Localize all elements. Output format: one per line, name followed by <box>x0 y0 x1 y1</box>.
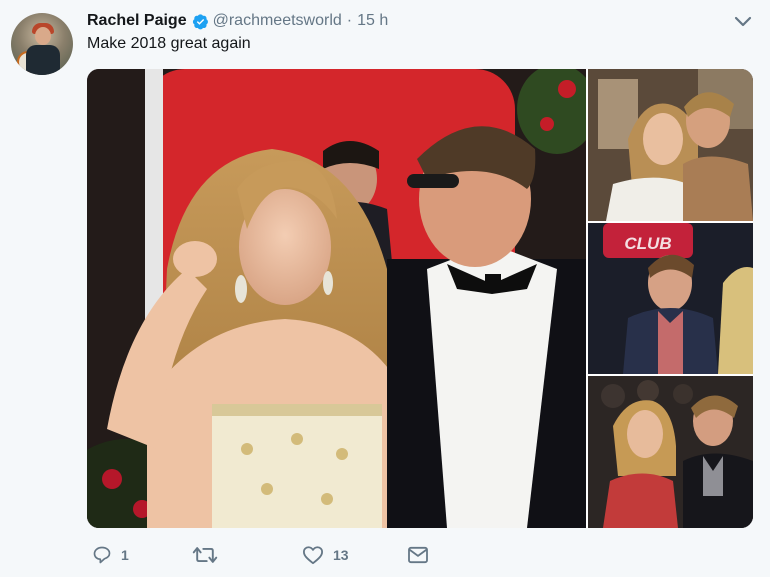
main-photo[interactable] <box>87 69 586 528</box>
thumbnail-photo-1[interactable] <box>588 69 753 221</box>
couple-photo-icon <box>588 376 753 528</box>
reply-icon <box>93 546 111 564</box>
man-photo-icon: CLUB <box>588 223 753 374</box>
avatar-body-shape <box>26 45 60 75</box>
message-icon <box>408 546 428 564</box>
retweet-button[interactable] <box>192 542 227 568</box>
chevron-down-icon[interactable] <box>734 14 752 28</box>
tweet-actions: 1 13 <box>87 542 487 568</box>
couple-photo-icon <box>588 69 753 221</box>
like-icon <box>302 546 323 565</box>
couple-photo-icon <box>87 69 586 528</box>
retweet-icon <box>192 547 218 563</box>
like-button[interactable]: 13 <box>302 542 349 568</box>
tweet-header: Rachel Paige @rachmeetsworld · 15 h <box>87 10 388 32</box>
reply-count: 1 <box>121 547 129 563</box>
avatar-head-shape <box>35 27 51 45</box>
direct-message-button[interactable] <box>407 542 429 568</box>
thumbnail-photo-2[interactable]: CLUB <box>588 223 753 374</box>
meta-separator: · <box>346 12 353 29</box>
club-sign-text: CLUB <box>624 234 671 253</box>
tweet-text: Make 2018 great again <box>87 35 251 52</box>
tweet-media-grid: CLUB <box>87 69 753 528</box>
thumbnail-photo-3[interactable] <box>588 376 753 528</box>
author-handle[interactable]: @rachmeetsworld <box>213 12 342 30</box>
author-avatar[interactable] <box>11 13 73 75</box>
author-name[interactable]: Rachel Paige <box>87 12 187 30</box>
reply-button[interactable]: 1 <box>92 542 129 568</box>
tweet-timestamp[interactable]: 15 h <box>357 12 388 30</box>
verified-badge-icon <box>192 13 209 30</box>
like-count: 13 <box>333 547 349 563</box>
